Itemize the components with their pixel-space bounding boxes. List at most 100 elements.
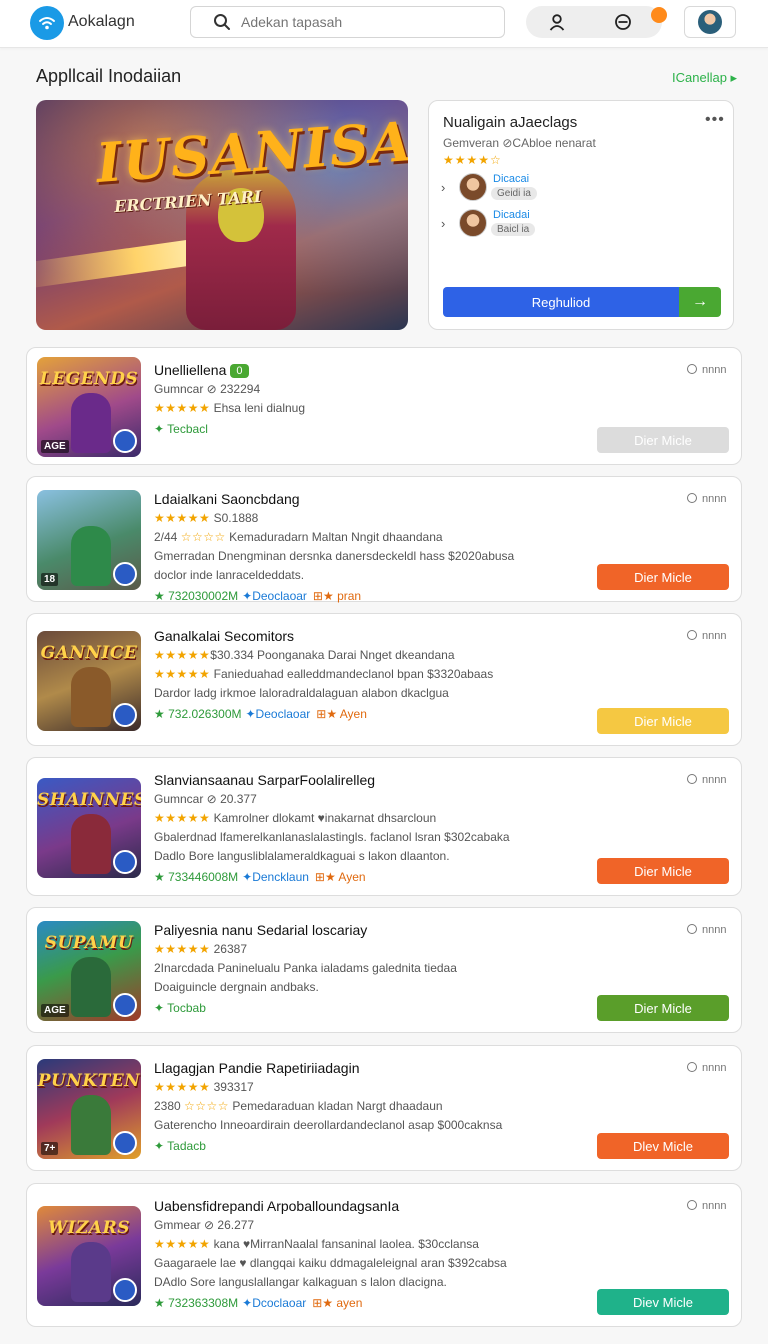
- app-meta: ★ 732363308M ✦Dcoclaoar ⊞★ ayen: [154, 1296, 362, 1310]
- header-actions: [526, 6, 662, 38]
- app-card[interactable]: PUNKTEN 7+ Llagagjan Pandie Rapetiriiadagi…: [26, 1045, 742, 1171]
- app-card[interactable]: SHAINNES Slanviansaanau SarparFoolalirell…: [26, 757, 742, 896]
- download-link[interactable]: ✦Deoclaoar: [242, 589, 307, 603]
- app-thumbnail[interactable]: GANNICE: [37, 631, 141, 731]
- featured-banner[interactable]: IUSANISA ERCTRIEN TARI: [36, 100, 408, 330]
- app-title[interactable]: Uabensfidrepandi ArpoballoundagsanIa: [154, 1198, 399, 1214]
- app-action-button[interactable]: Dier Micle: [597, 564, 729, 590]
- wifi-icon: [39, 17, 55, 30]
- thumbnail-title: GANNICE: [40, 643, 138, 663]
- detail-text: Kemaduradarn Maltan Nngit dhaandana: [225, 530, 443, 544]
- detail-text: Gbalerdnad lfamerelkanlanaslalastingls. …: [154, 830, 510, 844]
- timestamp-text: nnnn: [702, 1062, 727, 1074]
- app-card[interactable]: WIZARS Uabensfidrepandi Arpoballoundagsan…: [26, 1183, 742, 1327]
- search-icon: [214, 14, 230, 30]
- app-action-button[interactable]: Dier Micle: [597, 858, 729, 884]
- detail-text: Doaiguincle dergnain andbaks.: [154, 980, 319, 994]
- app-detail-line: Gaterencho Inneoardirain deerollardandec…: [154, 1118, 502, 1132]
- app-title[interactable]: Ganalkalai Secomitors: [154, 628, 294, 644]
- app-title[interactable]: Unelliellena 0: [154, 362, 249, 378]
- download-link[interactable]: ✦Dencklaun: [242, 870, 309, 884]
- thumbnail-title: PUNKTEN: [37, 1071, 141, 1091]
- top-bar: Aokalagn: [0, 0, 768, 48]
- app-thumbnail[interactable]: PUNKTEN 7+: [37, 1059, 141, 1159]
- app-card[interactable]: SUPAMU AGE Paliyesnia nanu Sedarial loscar…: [26, 907, 742, 1033]
- notification-dot-icon[interactable]: [651, 7, 667, 23]
- app-detail-line: ★★★★★ Fanieduahad ealleddmandeclanol bpa…: [154, 667, 493, 681]
- app-thumbnail[interactable]: 18: [37, 490, 141, 590]
- detail-text: 26387: [210, 942, 247, 956]
- app-detail-line: ★★★★★ S0.1888: [154, 511, 258, 525]
- app-detail-line: ★★★★★$30.334 Poonganaka Darai Nnget dkea…: [154, 648, 455, 662]
- download-status: ✦ Tecbacl: [154, 422, 208, 436]
- count-badge: 0: [230, 364, 249, 378]
- app-logo-icon[interactable]: [30, 6, 64, 40]
- app-action-button[interactable]: Dier Micle: [597, 427, 729, 453]
- download-count: ★ 733446008M: [154, 870, 239, 884]
- detail-text: Dardor ladg irkmoe laloradraldalaguan al…: [154, 686, 449, 700]
- download-count: ★ 732363308M: [154, 1296, 239, 1310]
- genre-tag: ⊞★ pran: [312, 589, 362, 603]
- app-action-button[interactable]: Dier Micle: [597, 708, 729, 734]
- download-status: ✦ Tocbab: [154, 1001, 206, 1015]
- age-rating-badge: AGE: [41, 1004, 69, 1017]
- menu-circle-icon[interactable]: [614, 13, 632, 31]
- download-link[interactable]: ✦Dcoclaoar: [242, 1296, 306, 1310]
- app-detail-line: ★★★★★ kana ♥MirranNaalal fansaninal laol…: [154, 1237, 479, 1251]
- detail-text: Gumncar ⊘ 232294: [154, 382, 261, 396]
- rating-stars: ★★★★★: [154, 1237, 211, 1251]
- panel-subtitle: Gemveran ⊘CAbloe nenarat: [443, 136, 596, 150]
- search-bar[interactable]: [190, 6, 505, 38]
- friend-item[interactable]: › Dicadai Baicl ia: [441, 209, 591, 239]
- download-link[interactable]: ✦Deoclaoar: [246, 707, 311, 721]
- app-card[interactable]: GANNICE Ganalkalai Secomitors ★★★★★$30.334…: [26, 613, 742, 746]
- clock-icon: [687, 493, 697, 503]
- thumbnail-character: [71, 957, 111, 1017]
- timestamp: nnnn: [687, 774, 726, 786]
- profile-button[interactable]: [684, 6, 736, 38]
- app-action-button[interactable]: Dlev Micle: [597, 1133, 729, 1159]
- app-action-button[interactable]: Diev Micle: [597, 1289, 729, 1315]
- app-thumbnail[interactable]: SHAINNES: [37, 778, 141, 878]
- app-action-button[interactable]: Dier Micle: [597, 995, 729, 1021]
- download-count: ★ 732030002M: [154, 589, 239, 603]
- featured-panel: Nualigain aJaeclags ••• Gemveran ⊘CAbloe…: [428, 100, 734, 330]
- friend-tag: Geidi ia: [491, 187, 537, 200]
- thumbnail-title: LEGENDS: [39, 369, 139, 389]
- app-title-text: Uabensfidrepandi ArpoballoundagsanIa: [154, 1198, 400, 1214]
- rating-stars: ★★★★★: [154, 648, 211, 662]
- register-button[interactable]: Reghuliod: [443, 287, 679, 317]
- thumbnail-character: [71, 1242, 111, 1302]
- app-detail-line: 2Inarcdada Paninelualu Panka ialadams ga…: [154, 961, 457, 975]
- app-detail-line: Gmerradan Dnengminan dersnka danersdecke…: [154, 549, 514, 563]
- app-thumbnail[interactable]: WIZARS: [37, 1206, 141, 1306]
- detail-text: Gumncar ⊘ 20.377: [154, 792, 257, 806]
- app-thumbnail[interactable]: SUPAMU AGE: [37, 921, 141, 1021]
- search-input[interactable]: [241, 14, 491, 30]
- app-title-text: Ganalkalai Secomitors: [154, 628, 295, 644]
- rating-stars: ☆☆☆☆: [184, 1099, 230, 1113]
- app-card[interactable]: 18 Ldaialkani Saoncbdang ★★★★★ S0.1888 2/44…: [26, 476, 742, 603]
- app-title[interactable]: Llagagjan Pandie Rapetiriiadagin: [154, 1060, 360, 1076]
- app-card[interactable]: LEGENDS AGE Unelliellena 0 Gumncar ⊘ 232294 ★…: [26, 347, 742, 465]
- platform-badge-icon: [113, 1131, 137, 1155]
- chevron-right-icon: ›: [441, 180, 446, 195]
- detail-text: doclor inde lanraceldeddats.: [154, 568, 305, 582]
- app-detail-line: ★★★★★ Kamrolner dlokamt ♥inakarnat dhsar…: [154, 811, 436, 825]
- app-title[interactable]: Paliyesnia nanu Sedarial loscariay: [154, 922, 367, 938]
- more-options-icon[interactable]: •••: [705, 111, 725, 129]
- arrow-right-icon[interactable]: →: [679, 287, 721, 317]
- timestamp: nnnn: [687, 1200, 726, 1212]
- rating-stars: ★★★★★: [154, 1080, 211, 1094]
- timestamp-text: nnnn: [702, 1200, 727, 1212]
- platform-badge-icon: [113, 993, 137, 1017]
- timestamp: nnnn: [687, 364, 726, 376]
- app-title[interactable]: Slanviansaanau SarparFoolalirelleg: [154, 772, 375, 788]
- app-thumbnail[interactable]: LEGENDS AGE: [37, 357, 141, 457]
- timestamp-text: nnnn: [702, 493, 727, 505]
- thumbnail-character: [71, 526, 111, 586]
- user-icon[interactable]: [548, 13, 566, 31]
- friend-item[interactable]: › Dicacai Geidi ia: [441, 173, 591, 203]
- app-title[interactable]: Ldaialkani Saoncbdang: [154, 491, 300, 507]
- see-all-link[interactable]: ICanellap ▸: [672, 70, 737, 86]
